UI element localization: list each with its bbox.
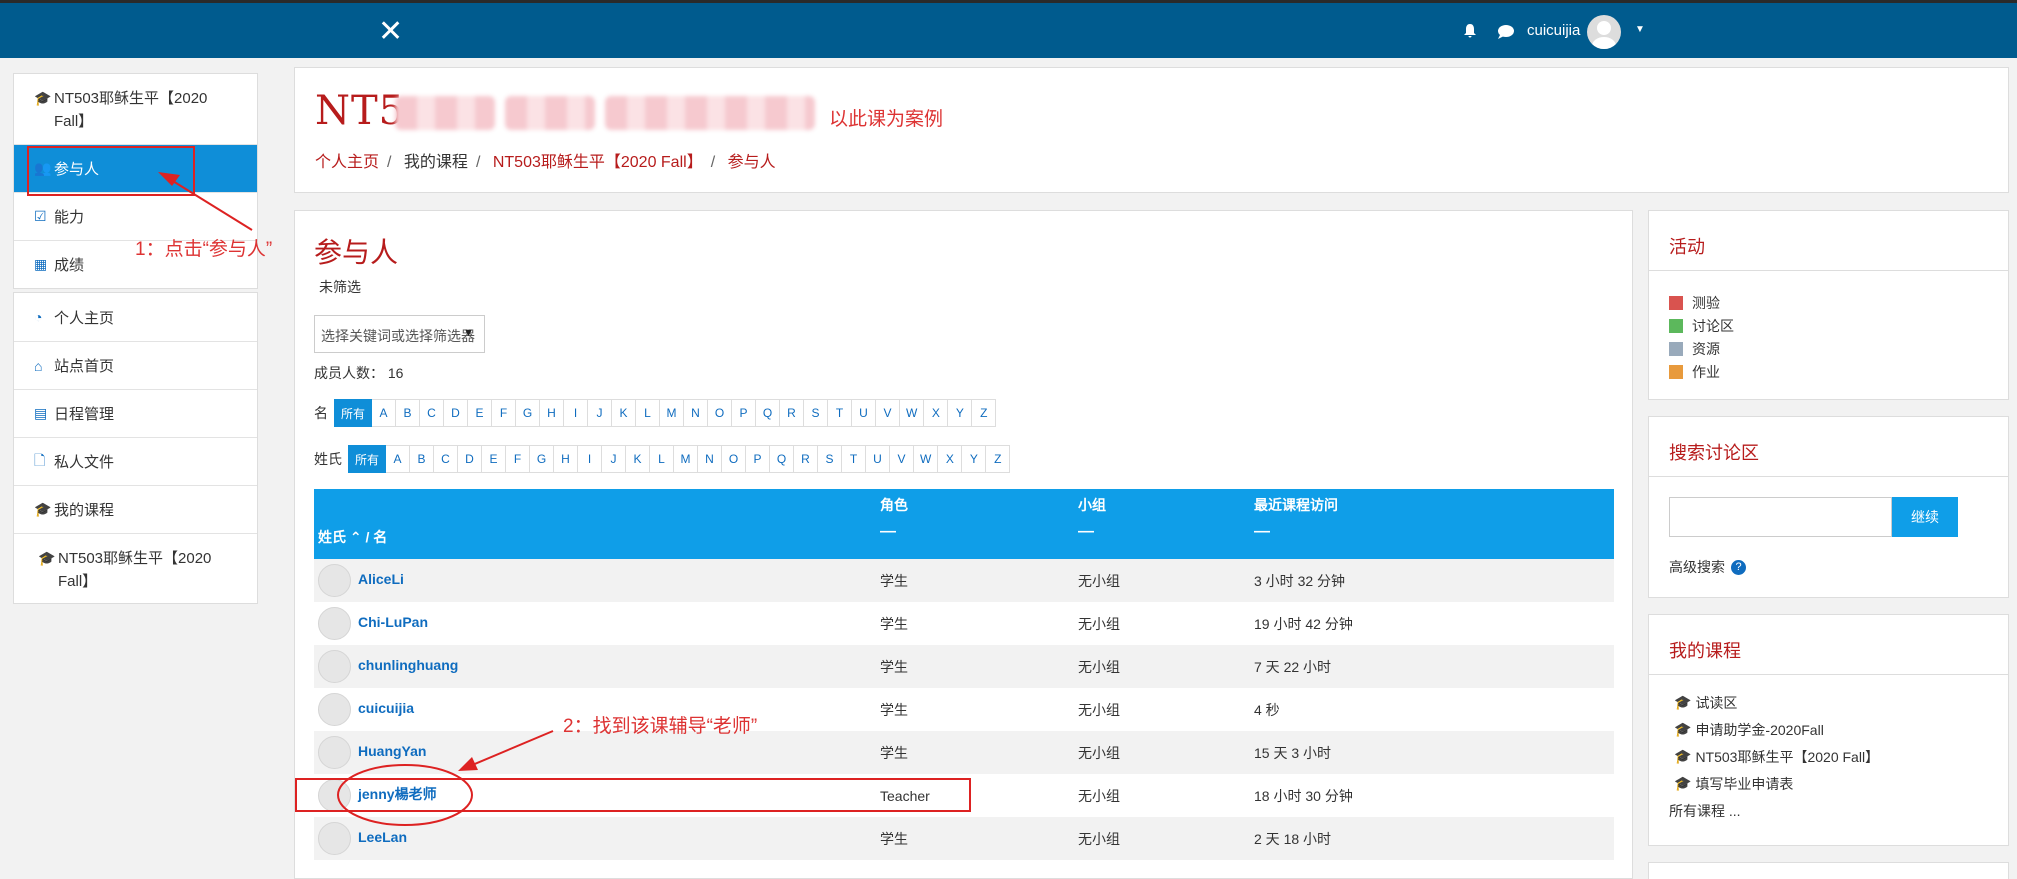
annotation-arrows [158,172,554,826]
